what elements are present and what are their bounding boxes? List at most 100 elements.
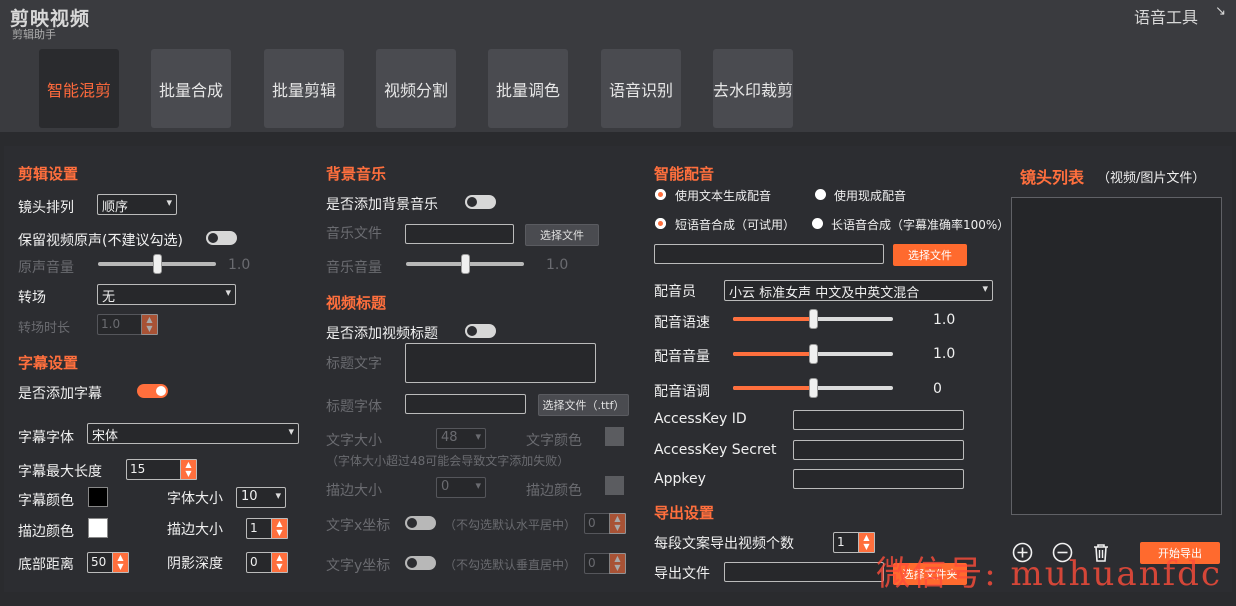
subtitle-maxlen-value: 15 <box>130 462 146 476</box>
music-volume-slider[interactable] <box>406 254 524 274</box>
tab-video-split[interactable]: 视频分割 <box>376 49 456 128</box>
title-text-input[interactable] <box>405 343 596 383</box>
choose-font-button[interactable]: 选择文件（.ttf） <box>538 394 629 416</box>
voice-actor-select[interactable]: 小云 标准女声 中文及中英文混合 ▾ <box>724 280 993 301</box>
voice-actor-label: 配音员 <box>654 284 696 300</box>
title-stroke-size-select[interactable]: 0 ▾ <box>436 477 486 498</box>
chevron-down-icon: ▾ <box>288 425 294 438</box>
tab-smart-mix[interactable]: 智能混剪 <box>39 49 119 128</box>
add-subtitle-toggle[interactable] <box>137 384 168 398</box>
tab-watermark-crop[interactable]: 去水印裁剪 <box>713 49 793 128</box>
appkey-label: Appkey <box>654 471 706 487</box>
subtitle-maxlen-stepper[interactable]: 15 ▲ ▼ <box>126 459 197 480</box>
title-font-input[interactable] <box>405 394 526 414</box>
stepper-arrows-icon[interactable]: ▲ ▼ <box>141 314 158 335</box>
shadow-depth-value: 0 <box>250 555 258 569</box>
tab-speech-recognition[interactable]: 语音识别 <box>601 49 681 128</box>
title-stroke-size-value: 0 <box>441 479 450 494</box>
shot-list-subtitle: （视频/图片文件） <box>1097 171 1206 186</box>
stepper-arrows-icon[interactable]: ▲ ▼ <box>271 552 288 573</box>
shot-list-title: 镜头列表 <box>1020 168 1085 187</box>
dub-speed-value: 1.0 <box>933 312 956 328</box>
text-y-stepper[interactable]: 0 ▲ ▼ <box>584 553 626 574</box>
orig-volume-thumb[interactable] <box>153 254 162 274</box>
text-color-swatch[interactable] <box>605 427 624 446</box>
stepper-arrows-icon[interactable]: ▲ ▼ <box>180 459 197 480</box>
keep-audio-toggle[interactable] <box>206 231 237 245</box>
shot-list[interactable] <box>1011 197 1222 515</box>
text-x-label: 文字x坐标 <box>326 518 391 534</box>
title-text-label: 标题文字 <box>326 356 382 372</box>
dub-speed-thumb[interactable] <box>809 309 818 329</box>
text-x-toggle[interactable] <box>405 516 436 530</box>
subtitle-color-swatch[interactable] <box>88 487 108 507</box>
add-subtitle-label: 是否添加字幕 <box>18 386 102 402</box>
radio-short-synthesis-label: 短语音合成（可试用） <box>675 218 796 232</box>
font-size-label: 字体大小 <box>167 491 223 507</box>
text-x-stepper[interactable]: 0 ▲ ▼ <box>584 513 626 534</box>
stroke-size-stepper[interactable]: 1 ▲ ▼ <box>246 518 288 539</box>
chevron-down-icon: ▾ <box>225 286 231 299</box>
orig-volume-slider[interactable] <box>98 254 216 274</box>
export-count-stepper[interactable]: 1 ▲ ▼ <box>833 532 875 553</box>
dub-file-input[interactable] <box>654 244 884 264</box>
music-file-label: 音乐文件 <box>326 226 382 242</box>
radio-short-synthesis[interactable] <box>655 218 666 229</box>
text-size-select[interactable]: 48 ▾ <box>436 428 486 449</box>
tab-batch-compose[interactable]: 批量合成 <box>151 49 231 128</box>
shot-order-value: 顺序 <box>102 200 129 215</box>
accesskey-secret-label: AccessKey Secret <box>654 442 777 458</box>
export-file-input[interactable] <box>724 562 884 582</box>
radio-existing-audio-label: 使用现成配音 <box>834 189 907 203</box>
tab-batch-edit[interactable]: 批量剪辑 <box>264 49 344 128</box>
stepper-arrows-icon[interactable]: ▲ ▼ <box>609 553 626 574</box>
export-count-label: 每段文案导出视频个数 <box>654 536 794 552</box>
stepper-arrows-icon[interactable]: ▲ ▼ <box>271 518 288 539</box>
title-stroke-size-label: 描边大小 <box>326 483 382 499</box>
subtitle-settings-title: 字幕设置 <box>18 354 79 372</box>
dub-volume-thumb[interactable] <box>809 344 818 364</box>
radio-existing-audio[interactable] <box>815 189 826 200</box>
dub-speed-label: 配音语速 <box>654 315 710 331</box>
chevron-down-icon: ▾ <box>475 430 481 443</box>
stroke-color-swatch[interactable] <box>88 518 108 538</box>
stepper-arrows-icon[interactable]: ▲ ▼ <box>858 532 875 553</box>
bottom-distance-label: 底部距离 <box>18 557 74 573</box>
choose-music-button[interactable]: 选择文件 <box>525 224 599 246</box>
add-bgm-toggle[interactable] <box>465 195 496 209</box>
dub-speed-slider[interactable] <box>733 309 893 329</box>
stepper-arrows-icon[interactable]: ▲ ▼ <box>112 552 129 573</box>
music-volume-thumb[interactable] <box>461 254 470 274</box>
accesskey-secret-input[interactable] <box>793 440 964 460</box>
shadow-depth-label: 阴影深度 <box>167 556 223 572</box>
font-size-select[interactable]: 10 ▾ <box>236 487 286 508</box>
export-settings-title: 导出设置 <box>654 504 715 522</box>
title-stroke-color-swatch[interactable] <box>605 476 624 495</box>
radio-long-synthesis[interactable] <box>812 218 823 229</box>
music-file-input[interactable] <box>405 224 514 244</box>
transition-select[interactable]: 无 ▾ <box>97 284 236 305</box>
shadow-depth-stepper[interactable]: 0 ▲ ▼ <box>246 552 288 573</box>
appkey-input[interactable] <box>793 469 964 489</box>
music-volume-value: 1.0 <box>546 257 569 273</box>
text-size-label: 文字大小 <box>326 433 382 449</box>
text-y-toggle[interactable] <box>405 556 436 570</box>
dub-volume-slider[interactable] <box>733 344 893 364</box>
window-resize-icon[interactable]: ↘ <box>1215 4 1226 19</box>
stepper-arrows-icon[interactable]: ▲ ▼ <box>609 513 626 534</box>
shot-order-select[interactable]: 顺序 ▾ <box>97 194 177 215</box>
add-video-title-toggle[interactable] <box>465 324 496 338</box>
text-size-value: 48 <box>441 430 458 445</box>
brand-text: 语音工具 <box>1133 8 1198 27</box>
stroke-size-label: 描边大小 <box>167 522 223 538</box>
bgm-title: 背景音乐 <box>326 165 387 183</box>
transition-duration-stepper[interactable]: 1.0 ▲ ▼ <box>97 314 158 335</box>
subtitle-font-select[interactable]: 宋体 ▾ <box>87 423 299 444</box>
bottom-distance-stepper[interactable]: 50 ▲ ▼ <box>87 552 129 573</box>
dub-pitch-thumb[interactable] <box>809 378 818 398</box>
radio-text-to-speech[interactable] <box>655 189 666 200</box>
accesskey-id-input[interactable] <box>793 410 964 430</box>
tab-batch-color[interactable]: 批量调色 <box>488 49 568 128</box>
choose-dub-file-button[interactable]: 选择文件 <box>893 244 967 266</box>
dub-pitch-slider[interactable] <box>733 378 893 398</box>
